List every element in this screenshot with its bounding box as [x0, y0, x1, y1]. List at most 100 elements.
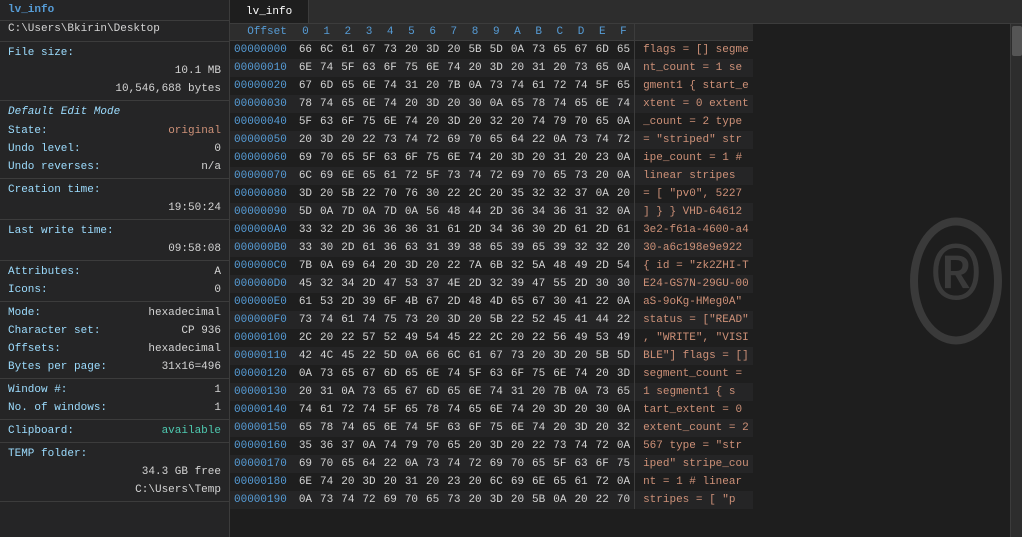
hex-cell[interactable]: 52 — [380, 329, 401, 347]
hex-cell[interactable]: 67 — [401, 383, 422, 401]
hex-cell[interactable]: 31 — [316, 383, 337, 401]
hex-cell[interactable]: 3D — [570, 419, 591, 437]
hex-cell[interactable]: 74 — [443, 455, 464, 473]
hex-cell[interactable]: 0A — [401, 455, 422, 473]
hex-cell[interactable]: 6E — [507, 419, 528, 437]
hex-cell[interactable]: 0A — [613, 203, 635, 221]
hex-cell[interactable]: 6F — [592, 455, 613, 473]
hex-cell[interactable]: 0A — [358, 437, 379, 455]
hex-cell[interactable]: 3D — [295, 185, 316, 203]
hex-cell[interactable]: 32 — [486, 113, 507, 131]
hex-cell[interactable]: 73 — [549, 437, 570, 455]
hex-cell[interactable]: 70 — [528, 167, 549, 185]
hex-cell[interactable]: 36 — [316, 437, 337, 455]
hex-cell[interactable]: 32 — [486, 275, 507, 293]
hex-cell[interactable]: 0A — [316, 257, 337, 275]
hex-cell[interactable]: 73 — [486, 77, 507, 95]
hex-cell[interactable]: 72 — [401, 167, 422, 185]
hex-cell[interactable]: 3D — [549, 347, 570, 365]
hex-cell[interactable]: 31 — [401, 77, 422, 95]
hex-cell[interactable]: 61 — [443, 221, 464, 239]
hex-cell[interactable]: 6F — [507, 365, 528, 383]
hex-cell[interactable]: 78 — [528, 95, 549, 113]
hex-cell[interactable]: 20 — [486, 149, 507, 167]
hex-cell[interactable]: 65 — [337, 95, 358, 113]
hex-cell[interactable]: 67 — [570, 41, 591, 60]
hex-cell[interactable]: 0A — [401, 203, 422, 221]
hex-cell[interactable]: 30 — [528, 221, 549, 239]
hex-cell[interactable]: 61 — [337, 41, 358, 60]
hex-cell[interactable]: 54 — [613, 257, 635, 275]
hex-cell[interactable]: 2D — [592, 257, 613, 275]
hex-cell[interactable]: 20 — [464, 311, 485, 329]
hex-cell[interactable]: 34 — [486, 221, 507, 239]
hex-cell[interactable]: 72 — [358, 491, 379, 509]
hex-cell[interactable]: 73 — [380, 131, 401, 149]
hex-cell[interactable]: 70 — [507, 455, 528, 473]
hex-cell[interactable]: 74 — [316, 59, 337, 77]
hex-cell[interactable]: 2C — [295, 329, 316, 347]
hex-cell[interactable]: 74 — [570, 365, 591, 383]
hex-cell[interactable]: 5F — [592, 77, 613, 95]
hex-cell[interactable]: 2D — [592, 221, 613, 239]
hex-cell[interactable]: 45 — [549, 311, 570, 329]
hex-cell[interactable]: 0A — [570, 383, 591, 401]
hex-cell[interactable]: 69 — [380, 491, 401, 509]
hex-cell[interactable]: 0A — [613, 149, 635, 167]
hex-cell[interactable]: 73 — [295, 311, 316, 329]
hex-cell[interactable]: 65 — [337, 77, 358, 95]
hex-cell[interactable]: 73 — [316, 365, 337, 383]
hex-cell[interactable]: 31 — [507, 383, 528, 401]
hex-cell[interactable]: 74 — [528, 113, 549, 131]
hex-cell[interactable]: 20 — [464, 437, 485, 455]
hex-cell[interactable]: 20 — [422, 257, 443, 275]
hex-cell[interactable]: 7B — [443, 77, 464, 95]
hex-cell[interactable]: 65 — [592, 59, 613, 77]
hex-cell[interactable]: 5B — [464, 41, 485, 60]
hex-editor[interactable]: Offset 0 1 2 3 4 5 6 7 8 9 A B C — [230, 24, 1010, 537]
hex-cell[interactable]: 20 — [380, 473, 401, 491]
hex-cell[interactable]: 5B — [528, 491, 549, 509]
hex-cell[interactable]: 33 — [295, 221, 316, 239]
scrollbar-thumb[interactable] — [1012, 26, 1022, 56]
hex-cell[interactable]: 2D — [358, 275, 379, 293]
hex-cell[interactable]: 5A — [528, 257, 549, 275]
hex-cell[interactable]: 36 — [401, 221, 422, 239]
hex-cell[interactable]: 65 — [486, 239, 507, 257]
hex-cell[interactable]: 47 — [528, 275, 549, 293]
hex-cell[interactable]: 20 — [422, 473, 443, 491]
hex-cell[interactable]: 44 — [464, 203, 485, 221]
hex-cell[interactable]: 70 — [316, 149, 337, 167]
hex-cell[interactable]: 5D — [380, 347, 401, 365]
hex-cell[interactable]: 36 — [358, 221, 379, 239]
hex-cell[interactable]: 22 — [358, 347, 379, 365]
hex-cell[interactable]: 73 — [528, 41, 549, 60]
hex-cell[interactable]: 30 — [464, 95, 485, 113]
hex-cell[interactable]: 3D — [486, 437, 507, 455]
hex-cell[interactable]: 53 — [316, 293, 337, 311]
hex-cell[interactable]: 6E — [295, 473, 316, 491]
hex-cell[interactable]: 0A — [295, 365, 316, 383]
hex-cell[interactable]: 22 — [358, 185, 379, 203]
hex-cell[interactable]: 0A — [507, 41, 528, 60]
hex-cell[interactable]: 53 — [592, 329, 613, 347]
hex-cell[interactable]: 20 — [549, 419, 570, 437]
hex-cell[interactable]: 0A — [592, 185, 613, 203]
hex-cell[interactable]: 20 — [570, 401, 591, 419]
hex-cell[interactable]: 5F — [358, 149, 379, 167]
hex-cell[interactable]: 78 — [422, 401, 443, 419]
hex-cell[interactable]: 73 — [422, 455, 443, 473]
hex-cell[interactable]: 65 — [486, 131, 507, 149]
hex-cell[interactable]: 65 — [380, 383, 401, 401]
hex-cell[interactable]: 73 — [358, 383, 379, 401]
hex-cell[interactable]: 32 — [528, 185, 549, 203]
hex-cell[interactable]: 20 — [507, 437, 528, 455]
hex-cell[interactable]: 23 — [592, 149, 613, 167]
hex-cell[interactable]: 64 — [358, 455, 379, 473]
hex-cell[interactable]: 69 — [486, 455, 507, 473]
hex-cell[interactable]: 65 — [528, 455, 549, 473]
hex-cell[interactable]: 72 — [592, 437, 613, 455]
hex-cell[interactable]: 2C — [486, 329, 507, 347]
hex-cell[interactable]: 31 — [422, 239, 443, 257]
hex-cell[interactable]: 22 — [443, 257, 464, 275]
